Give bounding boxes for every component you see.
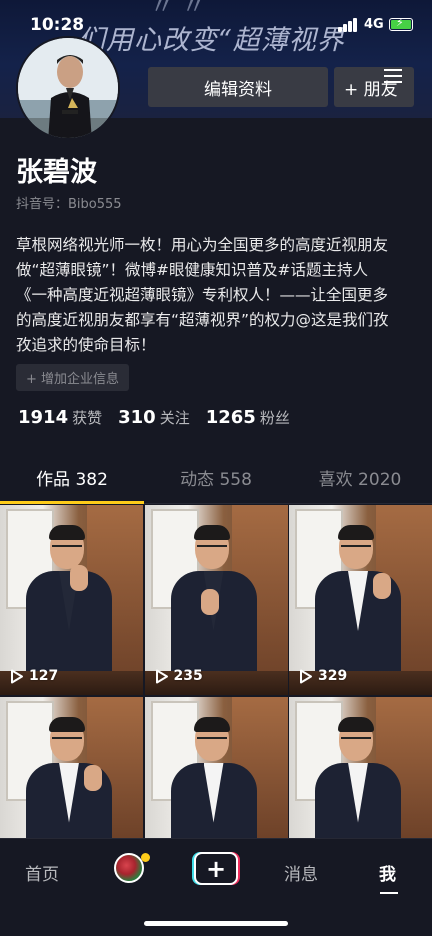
stat-label: 关注	[159, 409, 190, 427]
stat-likes[interactable]: 1914 获赞	[18, 407, 102, 428]
bio-line: 做“超薄眼镜”！微博#眼健康知识普及#话题主持人	[16, 261, 369, 279]
tab-activity[interactable]: 动态 558	[144, 456, 288, 503]
notification-dot	[141, 853, 150, 862]
signal-icon	[338, 18, 358, 32]
status-time: 10:28	[30, 15, 85, 35]
video-thumbnail[interactable]	[289, 696, 432, 847]
stat-label: 获赞	[72, 409, 103, 427]
bio-line: 的高度近视朋友都享有“超薄视界”的权力@这是我们孜	[16, 311, 389, 329]
add-business-info-button[interactable]: + 增加企业信息	[16, 364, 130, 391]
douyin-id[interactable]: 抖音号：Bibo555	[16, 193, 122, 212]
play-count: 127	[10, 668, 58, 684]
bio-line: 草根网络视光师一枚！用心为全国更多的高度近视朋友	[16, 236, 389, 254]
video-thumbnail[interactable]: 329	[289, 505, 432, 695]
stat-value: 310	[118, 407, 156, 428]
plus-icon: +	[194, 852, 238, 885]
video-grid: 127 235 329	[0, 505, 432, 847]
play-count-value: 235	[173, 668, 203, 684]
menu-icon[interactable]	[384, 69, 404, 85]
play-icon	[300, 669, 312, 683]
tab-works[interactable]: 作品 382	[0, 456, 144, 504]
create-button[interactable]: +	[192, 852, 240, 885]
nav-me[interactable]: 我	[379, 860, 396, 885]
battery-icon: ⚡	[389, 16, 413, 31]
content-tabs: 作品 382 动态 558 喜欢 2020	[0, 456, 432, 504]
stat-followers[interactable]: 1265 粉丝	[206, 407, 290, 428]
play-count-value: 127	[29, 668, 59, 684]
stat-value: 1914	[18, 407, 69, 428]
video-thumbnail[interactable]	[0, 696, 143, 847]
bio-line: 孜追求的使命目标！	[16, 336, 156, 354]
stat-label: 粉丝	[259, 409, 290, 427]
play-count-value: 329	[318, 668, 348, 684]
bio-line: 《一种高度近视超薄眼镜》专利权人！——让全国更多	[16, 286, 389, 304]
video-thumbnail[interactable]: 235	[144, 505, 288, 695]
nav-active-indicator	[380, 892, 398, 894]
tab-likes[interactable]: 喜欢 2020	[288, 456, 432, 503]
home-indicator[interactable]	[144, 921, 288, 926]
nav-home[interactable]: 首页	[25, 860, 59, 885]
nav-messages[interactable]: 消息	[284, 860, 318, 885]
play-icon	[155, 669, 168, 683]
avatar[interactable]	[16, 36, 120, 140]
stat-following[interactable]: 310 关注	[118, 407, 190, 428]
profile-stats: 1914 获赞 310 关注 1265 粉丝	[18, 407, 290, 428]
play-count: 329	[299, 668, 347, 684]
play-count: 235	[155, 668, 203, 684]
video-thumbnail[interactable]: 127	[0, 505, 143, 695]
avatar-photo	[18, 38, 118, 138]
video-thumbnail[interactable]	[144, 696, 288, 847]
network-type: 4G	[364, 17, 384, 32]
profile-name: 张碧波	[16, 157, 97, 188]
edit-profile-button[interactable]: 编辑资料	[148, 67, 328, 107]
stat-value: 1265	[205, 407, 256, 428]
play-icon	[11, 669, 23, 683]
profile-bio: 草根网络视光师一枚！用心为全国更多的高度近视朋友 做“超薄眼镜”！微博#眼健康知…	[16, 233, 422, 358]
nav-friends-avatar[interactable]	[114, 853, 144, 883]
